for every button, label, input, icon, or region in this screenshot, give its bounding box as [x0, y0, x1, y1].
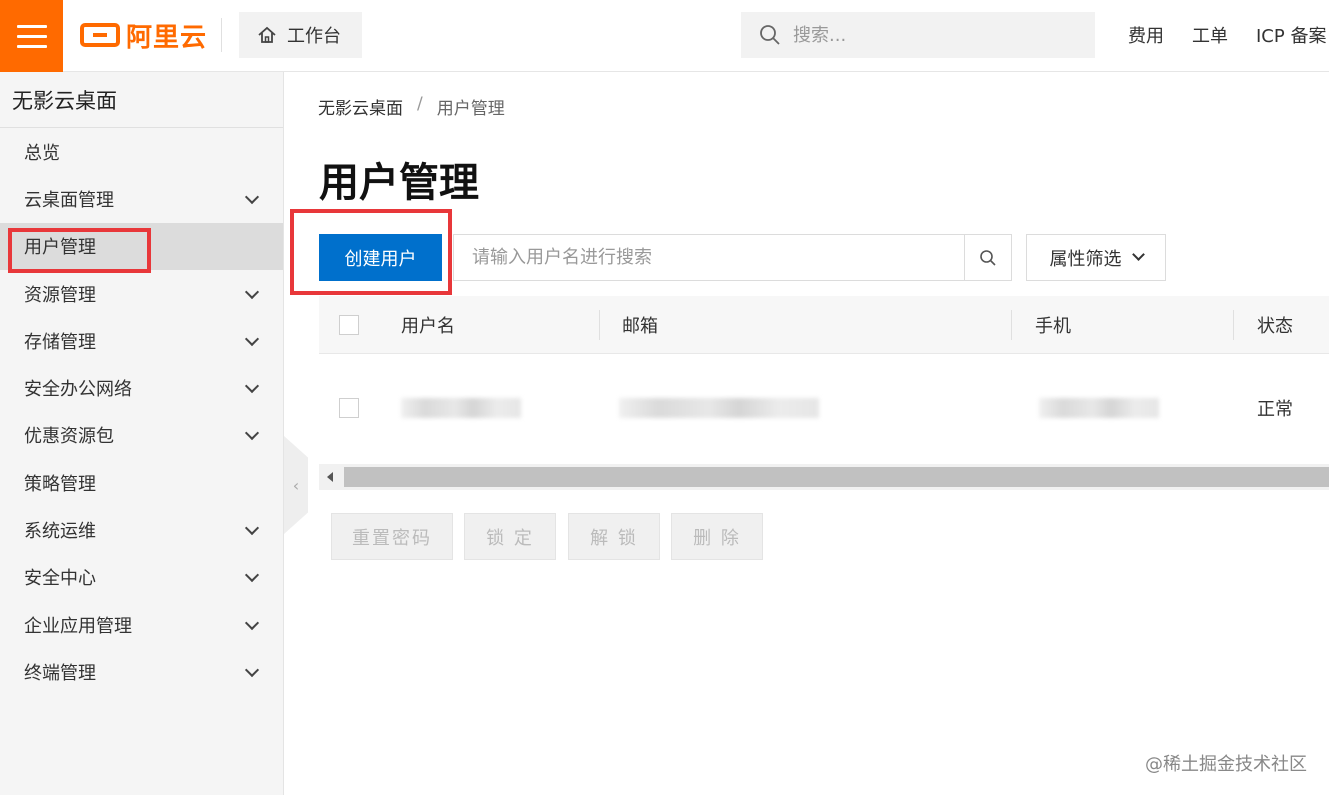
filter-label: 属性筛选 [1049, 248, 1122, 270]
breadcrumb: 无影云桌面 / 用户管理 [318, 94, 505, 119]
sidebar-item-6[interactable]: 优惠资源包 [0, 412, 283, 459]
chevron-down-icon [244, 568, 260, 583]
create-user-button[interactable]: 创建用户 [319, 234, 442, 281]
top-link-icp[interactable]: ICP 备案 [1256, 22, 1326, 48]
sidebar-item-label: 用户管理 [24, 237, 96, 259]
chevron-left-icon: ‹ [292, 475, 300, 495]
sidebar-item-8[interactable]: 系统运维 [0, 506, 283, 553]
chevron-down-icon [244, 379, 260, 394]
sidebar-title: 无影云桌面 [0, 72, 283, 128]
sidebar-item-4[interactable]: 存储管理 [0, 317, 283, 364]
sidebar-item-label: 总览 [24, 142, 60, 164]
chevron-down-icon [244, 284, 260, 299]
sidebar-item-label: 系统运维 [24, 521, 96, 543]
chevron-down-icon [244, 189, 260, 205]
reset-password-button[interactable]: 重置密码 [331, 513, 453, 560]
chevron-down-icon [244, 615, 260, 630]
workbench-label: 工作台 [287, 26, 341, 47]
sidebar-item-label: 存储管理 [24, 331, 96, 353]
sidebar-item-9[interactable]: 安全中心 [0, 554, 283, 601]
sidebar-item-label: 安全办公网络 [24, 379, 132, 401]
user-search-input[interactable] [454, 235, 964, 280]
page-title: 用户管理 [319, 160, 479, 206]
username-redacted [401, 398, 521, 418]
column-header-username[interactable]: 用户名 [401, 296, 455, 353]
horizontal-scrollbar[interactable] [319, 464, 1329, 490]
breadcrumb-root[interactable]: 无影云桌面 [318, 94, 403, 119]
scrollbar-thumb[interactable] [344, 467, 1329, 487]
search-icon [980, 249, 996, 266]
menu-line-icon [16, 44, 47, 48]
table-header: 用户名 邮箱 手机 状态 [319, 296, 1329, 354]
chevron-down-icon [1131, 248, 1145, 261]
sidebar-item-label: 安全中心 [24, 568, 96, 590]
sidebar-item-label: 资源管理 [24, 284, 96, 306]
sidebar-item-2[interactable]: 用户管理 [0, 222, 283, 270]
sidebar: 无影云桌面 总览云桌面管理用户管理资源管理存储管理安全办公网络 优惠资源包策略管理… [0, 72, 284, 795]
sidebar-item-label: 云桌面管理 [24, 189, 114, 211]
sidebar-item-0[interactable]: 总览 [0, 128, 283, 175]
column-divider [1011, 310, 1012, 340]
scroll-left-arrow-icon[interactable] [327, 472, 333, 482]
column-divider [599, 310, 600, 340]
top-link-billing[interactable]: 费用 [1128, 22, 1164, 48]
column-header-email[interactable]: 邮箱 [622, 296, 658, 353]
menu-line-icon [16, 34, 47, 38]
column-header-phone[interactable]: 手机 [1035, 296, 1071, 353]
global-search-box[interactable] [741, 12, 1095, 58]
row-checkbox[interactable] [339, 398, 359, 418]
sidebar-item-1[interactable]: 云桌面管理 [0, 175, 283, 222]
logo-divider [221, 18, 222, 52]
watermark: @稀土掘金技术社区 [1145, 754, 1307, 775]
sidebar-collapse-button[interactable]: ‹ [284, 436, 308, 534]
chevron-down-icon [244, 426, 260, 441]
sidebar-item-5[interactable]: 安全办公网络 [0, 364, 283, 411]
unlock-button[interactable]: 解 锁 [568, 513, 660, 560]
lock-button[interactable]: 锁 定 [464, 513, 556, 560]
sidebar-item-label: 企业应用管理 [24, 615, 132, 637]
column-header-status[interactable]: 状态 [1257, 296, 1293, 353]
breadcrumb-current: 用户管理 [436, 99, 505, 119]
breadcrumb-separator: / [417, 94, 423, 114]
menu-line-icon [16, 24, 47, 28]
sidebar-item-3[interactable]: 资源管理 [0, 270, 283, 317]
top-link-tickets[interactable]: 工单 [1192, 22, 1228, 48]
sidebar-item-label: 策略管理 [24, 473, 96, 495]
top-navigation-bar: 阿里云 工作台 费用 工单 ICP 备案 [0, 0, 1329, 72]
sidebar-item-7[interactable]: 策略管理 [0, 459, 283, 506]
chevron-down-icon [244, 331, 260, 346]
home-icon [258, 26, 276, 43]
user-search-box [453, 234, 1012, 281]
delete-button[interactable]: 删 除 [671, 513, 763, 560]
workbench-button[interactable]: 工作台 [239, 12, 362, 58]
table-row[interactable]: 正常 [319, 354, 1329, 462]
select-all-checkbox[interactable] [339, 314, 359, 335]
status-value: 正常 [1257, 399, 1293, 420]
top-links: 费用 工单 ICP 备案 [1128, 22, 1326, 48]
chevron-down-icon [244, 520, 260, 536]
email-redacted [619, 398, 819, 418]
sidebar-item-10[interactable]: 企业应用管理 [0, 601, 283, 648]
search-icon [760, 25, 780, 45]
sidebar-item-label: 终端管理 [24, 662, 96, 684]
sidebar-item-11[interactable]: 终端管理 [0, 648, 283, 695]
aliyun-logo[interactable]: 阿里云 [80, 18, 208, 53]
attribute-filter-dropdown[interactable]: 属性筛选 [1026, 234, 1166, 281]
column-divider [1233, 310, 1234, 340]
brand-name: 阿里云 [126, 22, 208, 53]
phone-redacted [1039, 398, 1159, 418]
user-search-button[interactable] [964, 235, 1011, 280]
global-search-input[interactable] [793, 24, 1073, 46]
hamburger-menu-button[interactable] [0, 0, 63, 72]
chevron-down-icon [244, 662, 260, 677]
aliyun-logo-icon [80, 23, 120, 47]
sidebar-item-label: 优惠资源包 [24, 426, 114, 448]
